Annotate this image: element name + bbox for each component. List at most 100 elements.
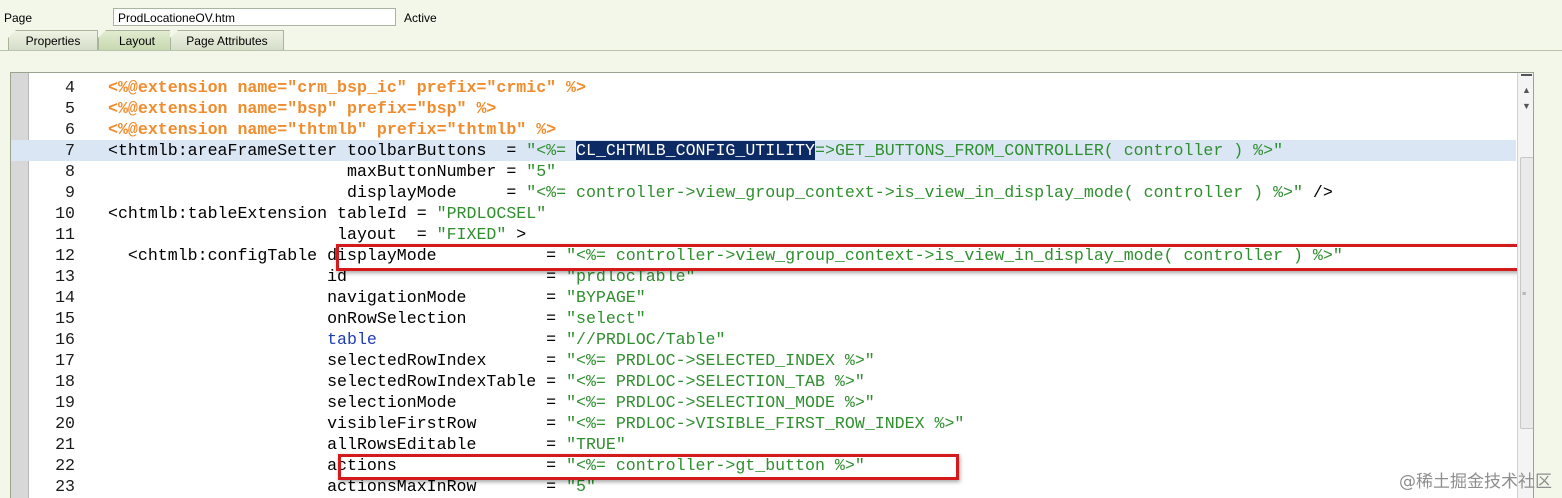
code-editor[interactable]: 4 <%@extension name="crm_bsp_ic" prefix="… bbox=[10, 72, 1534, 498]
highlight-box-display-mode bbox=[336, 244, 1533, 271]
code-token: "TRUE" bbox=[566, 435, 626, 454]
code-line[interactable]: 10 <chtmlb:tableExtension tableId = "PRDL… bbox=[11, 203, 1516, 224]
code-token: "<%= controller->view_group_context->is_… bbox=[526, 183, 1303, 202]
code-text: onRowSelection = "select" bbox=[108, 308, 646, 329]
tab-layout[interactable]: Layout bbox=[98, 30, 176, 50]
line-number: 13 bbox=[55, 267, 75, 286]
line-number: 17 bbox=[55, 351, 75, 370]
code-token: "PRDLOCSEL" bbox=[436, 204, 547, 223]
code-line[interactable]: 9 displayMode = "<%= controller->view_gr… bbox=[11, 182, 1516, 203]
code-token: table bbox=[327, 330, 377, 349]
code-line[interactable]: 16 table = "//PRDLOC/Table" bbox=[11, 329, 1516, 350]
scroll-up-icon[interactable]: ▲ bbox=[1518, 83, 1533, 97]
line-number: 21 bbox=[55, 435, 75, 454]
code-text: selectedRowIndex = "<%= PRDLOC->SELECTED… bbox=[108, 350, 875, 371]
tab-layout-label: Layout bbox=[118, 34, 156, 48]
code-token: selectedRowIndex = bbox=[108, 351, 567, 370]
line-number: 8 bbox=[65, 162, 75, 181]
code-token: maxButtonNumber = bbox=[108, 162, 527, 181]
code-token: <%@extension name="bsp" prefix="bsp" %> bbox=[108, 99, 497, 118]
code-text: displayMode = "<%= controller->view_grou… bbox=[108, 182, 1333, 203]
code-text: <%@extension name="thtmlb" prefix="thtml… bbox=[108, 119, 556, 140]
code-token: = bbox=[376, 330, 567, 349]
code-token: "<%= PRDLOC->VISIBLE_FIRST_ROW_INDEX %>" bbox=[566, 414, 965, 433]
code-text: allRowsEditable = "TRUE" bbox=[108, 434, 626, 455]
tab-page-attributes-label: Page Attributes bbox=[186, 34, 268, 48]
watermark: @稀土掘金技术社区 bbox=[1399, 472, 1552, 492]
line-number: 22 bbox=[55, 456, 75, 475]
highlight-box-actions bbox=[338, 454, 959, 480]
line-number: 9 bbox=[65, 183, 75, 202]
code-line[interactable]: 14 navigationMode = "BYPAGE" bbox=[11, 287, 1516, 308]
code-token: "FIXED" bbox=[436, 225, 507, 244]
page-name-field[interactable]: ProdLocationeOV.htm bbox=[113, 8, 396, 26]
code-token: navigationMode = bbox=[108, 288, 567, 307]
page-label: Page bbox=[4, 11, 33, 25]
code-line[interactable]: 4 <%@extension name="crm_bsp_ic" prefix="… bbox=[11, 77, 1516, 98]
code-token: "5" bbox=[526, 162, 557, 181]
code-line[interactable]: 7 <thtmlb:areaFrameSetter toolbarButtons … bbox=[11, 140, 1516, 161]
code-token: "BYPAGE" bbox=[566, 288, 646, 307]
code-line[interactable]: 11 layout = "FIXED" > bbox=[11, 224, 1516, 245]
code-token: "<%= PRDLOC->SELECTION_MODE %>" bbox=[566, 393, 875, 412]
line-number: 16 bbox=[55, 330, 75, 349]
line-number: 4 bbox=[65, 78, 75, 97]
code-text: <%@extension name="bsp" prefix="bsp" %> bbox=[108, 98, 496, 119]
code-line[interactable]: 6 <%@extension name="thtmlb" prefix="thtm… bbox=[11, 119, 1516, 140]
tab-properties[interactable]: Properties bbox=[8, 30, 98, 50]
tab-page-attributes[interactable]: Page Attributes bbox=[170, 30, 284, 50]
code-text: <thtmlb:areaFrameSetter toolbarButtons =… bbox=[108, 140, 1283, 161]
code-token: <%@extension name="crm_bsp_ic" prefix="c… bbox=[108, 78, 586, 97]
code-line[interactable]: 17 selectedRowIndex = "<%= PRDLOC->SELEC… bbox=[11, 350, 1516, 371]
code-line[interactable]: 8 maxButtonNumber = "5" bbox=[11, 161, 1516, 182]
line-number: 15 bbox=[55, 309, 75, 328]
code-token: =>GET_BUTTONS_FROM_CONTROLLER( controlle… bbox=[815, 141, 1284, 160]
code-text: <%@extension name="crm_bsp_ic" prefix="c… bbox=[108, 77, 586, 98]
code-token: displayMode = bbox=[108, 183, 527, 202]
vertical-scrollbar[interactable]: ▲ ▼ ≡ bbox=[1517, 73, 1533, 498]
code-token: <thtmlb:areaFrameSetter toolbarButtons = bbox=[108, 141, 527, 160]
tab-properties-label: Properties bbox=[25, 34, 81, 48]
code-line[interactable]: 20 visibleFirstRow = "<%= PRDLOC->VISIBL… bbox=[11, 413, 1516, 434]
code-text: layout = "FIXED" > bbox=[108, 224, 526, 245]
code-token: /> bbox=[1302, 183, 1333, 202]
code-token: "//PRDLOC/Table" bbox=[566, 330, 726, 349]
tab-underline bbox=[0, 50, 1562, 51]
code-text: visibleFirstRow = "<%= PRDLOC->VISIBLE_F… bbox=[108, 413, 964, 434]
code-token: > bbox=[506, 225, 527, 244]
code-text: selectionMode = "<%= PRDLOC->SELECTION_M… bbox=[108, 392, 875, 413]
line-number: 19 bbox=[55, 393, 75, 412]
code-text: selectedRowIndexTable = "<%= PRDLOC->SEL… bbox=[108, 371, 865, 392]
code-line[interactable]: 15 onRowSelection = "select" bbox=[11, 308, 1516, 329]
code-token: visibleFirstRow = bbox=[108, 414, 567, 433]
code-token: <chtmlb:tableExtension tableId = bbox=[108, 204, 437, 223]
code-token: <%@extension name="thtmlb" prefix="thtml… bbox=[108, 120, 557, 139]
line-number: 18 bbox=[55, 372, 75, 391]
page-status: Active bbox=[404, 11, 437, 25]
code-line[interactable]: 19 selectionMode = "<%= PRDLOC->SELECTIO… bbox=[11, 392, 1516, 413]
line-number: 12 bbox=[55, 246, 75, 265]
code-token: onRowSelection = bbox=[108, 309, 567, 328]
code-line[interactable]: 21 allRowsEditable = "TRUE" bbox=[11, 434, 1516, 455]
line-number: 7 bbox=[65, 141, 75, 160]
code-text: table = "//PRDLOC/Table" bbox=[108, 329, 725, 350]
line-number: 5 bbox=[65, 99, 75, 118]
code-token: selectedRowIndexTable = bbox=[108, 372, 567, 391]
code-token: allRowsEditable = bbox=[108, 435, 567, 454]
code-token: layout = bbox=[108, 225, 437, 244]
code-token: selectionMode = bbox=[108, 393, 567, 412]
selected-text: CL_CHTMLB_CONFIG_UTILITY bbox=[576, 141, 816, 160]
line-number: 6 bbox=[65, 120, 75, 139]
line-number: 11 bbox=[55, 225, 75, 244]
code-token: "<%= bbox=[526, 141, 577, 160]
scrollbar-top-bar bbox=[1521, 74, 1532, 76]
scrollbar-grip-icon: ≡ bbox=[1522, 291, 1527, 298]
code-text: <chtmlb:tableExtension tableId = "PRDLOC… bbox=[108, 203, 546, 224]
code-line[interactable]: 5 <%@extension name="bsp" prefix="bsp" %> bbox=[11, 98, 1516, 119]
code-lines: 4 <%@extension name="crm_bsp_ic" prefix="… bbox=[11, 77, 1516, 497]
code-line[interactable]: 18 selectedRowIndexTable = "<%= PRDLOC->… bbox=[11, 371, 1516, 392]
code-text: navigationMode = "BYPAGE" bbox=[108, 287, 646, 308]
line-number: 23 bbox=[55, 477, 75, 496]
scroll-down-icon[interactable]: ▼ bbox=[1518, 99, 1533, 113]
